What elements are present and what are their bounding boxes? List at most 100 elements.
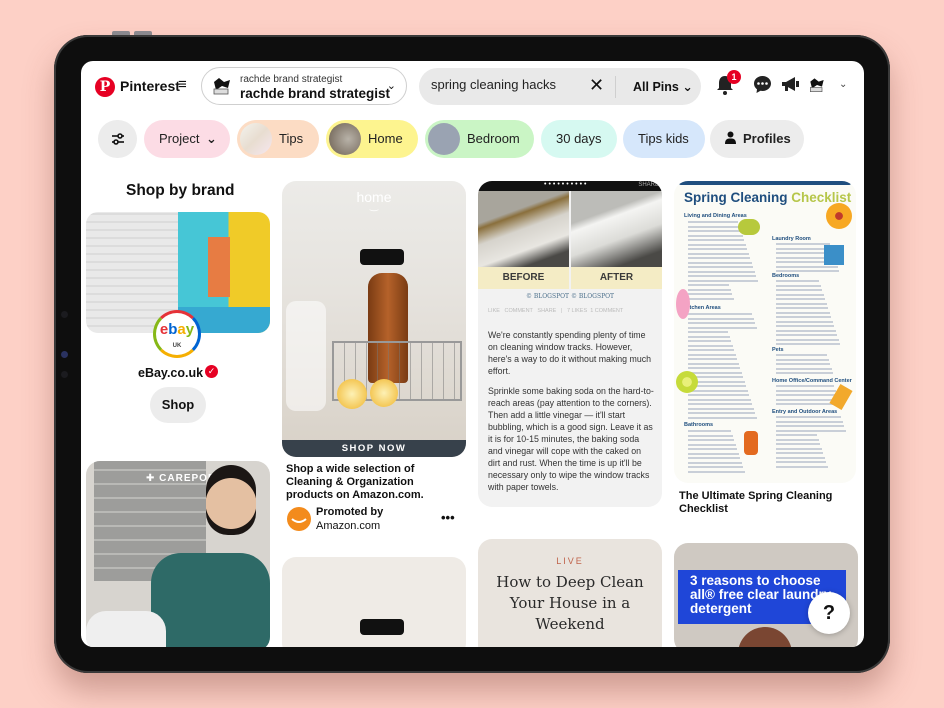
checklist-item-line xyxy=(688,297,734,300)
checklist-item-line xyxy=(688,349,734,351)
checklist-item-line xyxy=(688,326,757,329)
filter-chip-30-days[interactable]: 30 days xyxy=(541,120,617,158)
filter-chip-profiles[interactable]: Profiles xyxy=(710,120,804,158)
pinterest-screen: P Pinterest ≡ rachde brand strategist ra… xyxy=(81,61,864,647)
chip-label: Tips xyxy=(279,131,304,146)
chevron-down-icon: ⌄ xyxy=(386,80,396,92)
checklist-item-line xyxy=(688,439,734,441)
checklist-section: Entry and Outdoor Areas xyxy=(772,409,838,415)
share-label: SHARE xyxy=(638,182,659,188)
checklist-item-line xyxy=(688,248,747,250)
checklist-item-line xyxy=(688,331,728,333)
app-name[interactable]: Pinterest xyxy=(120,78,180,94)
checklist-item-line xyxy=(688,412,755,414)
promoter-name[interactable]: Amazon.com xyxy=(316,520,380,532)
live-pin[interactable]: LIVE How to Deep Clean Your House in a W… xyxy=(478,539,662,647)
carepod-video-pin[interactable]: ✚ CAREPOD xyxy=(86,461,270,647)
more-options-icon[interactable]: ••• xyxy=(441,510,455,525)
checklist-item-line xyxy=(776,316,831,318)
window-tracks-pin[interactable]: •••••••••• SHARE BEFORE AFTER © BLOGSPOT… xyxy=(478,181,662,507)
brand-name[interactable]: eBay.co.uk xyxy=(138,366,203,380)
carousel-dots: •••••••••• xyxy=(544,181,589,188)
filter-chip-project[interactable]: Project ⌄ xyxy=(144,120,230,158)
checklist-top-bar xyxy=(679,181,851,185)
checklist-item-line xyxy=(776,289,822,291)
chevron-down-icon[interactable]: ⌄ xyxy=(839,79,847,90)
shop-button[interactable]: Shop xyxy=(150,387,206,423)
checklist-section: Living and Dining Areas xyxy=(684,213,747,219)
user-avatar[interactable] xyxy=(807,75,827,95)
device-camera xyxy=(61,351,68,358)
checklist-item-line xyxy=(688,340,731,342)
checklist-item-line xyxy=(776,425,844,427)
amazon-pin-image[interactable]: home ‿ SHOP NOW xyxy=(282,181,466,457)
checklist-item-line xyxy=(776,461,826,463)
filter-settings-button[interactable] xyxy=(98,120,137,158)
watermark: © BLOGSPOT © BLOGSPOT xyxy=(525,293,615,300)
close-icon[interactable]: ✕ xyxy=(589,75,604,96)
divider xyxy=(615,76,616,98)
chip-label: Project xyxy=(159,131,200,146)
checklist-item-line xyxy=(776,385,834,387)
checklist-item-line xyxy=(776,338,839,341)
megaphone-icon[interactable] xyxy=(781,75,801,98)
checklist-item-line xyxy=(688,389,748,392)
filter-chip-tips[interactable]: Tips xyxy=(237,120,319,158)
checklist-item-line xyxy=(776,358,829,361)
ebay-logo[interactable]: ebay UK xyxy=(153,310,201,358)
person-icon xyxy=(725,120,736,158)
chip-label: Bedroom xyxy=(467,131,520,146)
checklist-item-line xyxy=(776,343,840,345)
checklist-item-line xyxy=(688,230,741,232)
filter-chip-bedroom[interactable]: Bedroom xyxy=(425,120,534,158)
filter-chip-home[interactable]: Home xyxy=(326,120,418,158)
checklist-item-line xyxy=(776,456,825,459)
promoted-by: Promoted by Amazon.com xyxy=(316,505,383,533)
checklist-item-line xyxy=(688,434,733,437)
checklist-item-line xyxy=(776,298,825,300)
account-switcher[interactable]: rachde brand strategist rachde brand str… xyxy=(201,67,407,105)
checklist-item-line xyxy=(688,358,737,360)
pin-title[interactable]: Shop a wide selection of Cleaning & Orga… xyxy=(286,463,436,502)
ebay-logo-region: UK xyxy=(172,343,182,349)
checklist-section: Bathrooms xyxy=(684,422,714,428)
chat-icon[interactable] xyxy=(753,75,772,99)
device-sensor xyxy=(61,371,68,378)
checklist-item-line xyxy=(776,284,821,287)
notification-badge: 1 xyxy=(727,70,741,84)
checklist-item-line xyxy=(688,367,740,369)
amazon-avatar[interactable] xyxy=(287,507,311,531)
chevron-down-icon: ⌄ xyxy=(206,131,217,146)
checklist-item-line xyxy=(776,363,830,365)
checklist-item-line xyxy=(776,320,833,323)
checklist-item-line xyxy=(776,465,828,468)
checklist-item-line xyxy=(688,284,729,286)
blog-actions: LIKE COMMENT SHARE | 7 LIKES 1 COMMENT xyxy=(488,308,624,314)
shop-now-banner[interactable]: SHOP NOW xyxy=(282,440,466,457)
checklist-item-line xyxy=(776,443,820,445)
help-button[interactable]: ? xyxy=(808,592,850,634)
amazon-pin-image-2[interactable] xyxy=(282,557,466,647)
checklist-item-line xyxy=(776,243,830,245)
pinterest-logo-icon[interactable]: P xyxy=(95,77,115,97)
menu-icon[interactable]: ≡ xyxy=(178,76,187,93)
checklist-section: Pets xyxy=(772,347,784,353)
filter-chip-tips-kids[interactable]: Tips kids xyxy=(623,120,705,158)
checklist-item-line xyxy=(776,398,839,401)
search-scope-dropdown[interactable]: All Pins ⌄ xyxy=(633,79,693,94)
checklist-item-line xyxy=(688,403,752,405)
checklist-item-line xyxy=(688,353,736,356)
checklist-pin-image[interactable]: Spring Cleaning Checklist Living and Din… xyxy=(674,181,856,483)
checklist-item-line xyxy=(776,447,822,450)
checklist-item-line xyxy=(688,279,758,282)
before-label: BEFORE xyxy=(478,267,569,289)
checklist-item-line xyxy=(776,372,833,374)
chip-thumbnail xyxy=(329,123,361,155)
lemon xyxy=(337,379,367,409)
chevron-down-icon: ⌄ xyxy=(682,80,693,94)
live-tag: LIVE xyxy=(556,556,584,566)
search-input[interactable] xyxy=(431,77,581,92)
checklist-item-line xyxy=(688,416,757,419)
pin-title[interactable]: The Ultimate Spring Cleaning Checklist xyxy=(679,490,844,516)
checklist-item-line xyxy=(688,243,746,246)
